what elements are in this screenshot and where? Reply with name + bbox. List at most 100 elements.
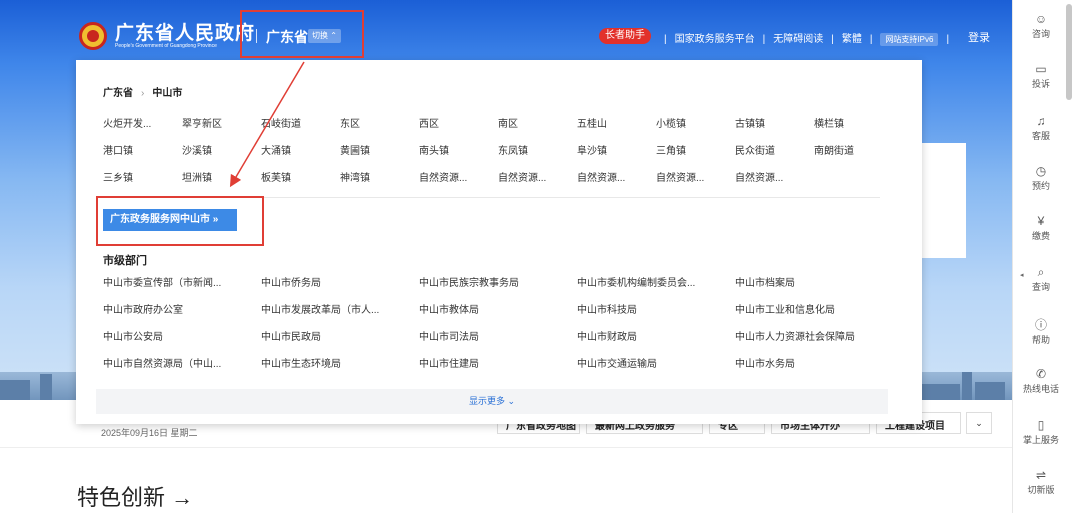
switch-region-button[interactable]: 切换 ⌃ bbox=[308, 29, 341, 43]
breadcrumb: 广东省 › 中山市 bbox=[103, 84, 182, 99]
sidebar-item-search[interactable]: ⌕ 查询 bbox=[1013, 265, 1069, 293]
town-link[interactable]: 自然资源... bbox=[498, 172, 577, 186]
town-link[interactable]: 小榄镇 bbox=[656, 118, 735, 132]
sidebar-item-label: 咨询 bbox=[1031, 29, 1050, 39]
town-link[interactable]: 阜沙镇 bbox=[577, 145, 656, 159]
payment-icon: ¥ bbox=[1037, 214, 1045, 228]
sidebar-item-label: 热线电话 bbox=[1022, 384, 1059, 394]
department-link[interactable]: 中山市科技局 bbox=[577, 304, 735, 318]
background-card bbox=[922, 143, 966, 258]
department-link[interactable]: 中山市发展改革局（市人... bbox=[261, 304, 419, 318]
site-logo-title[interactable]: 广东省人民政府 bbox=[115, 18, 255, 45]
mobile-icon: ▯ bbox=[1037, 418, 1045, 432]
town-link[interactable]: 横栏镇 bbox=[814, 118, 893, 132]
traditional-chinese-link[interactable]: 繁體 bbox=[842, 34, 862, 45]
town-link[interactable]: 自然资源... bbox=[419, 172, 498, 186]
town-link[interactable]: 大涌镇 bbox=[261, 145, 340, 159]
town-link[interactable]: 三乡镇 bbox=[103, 172, 182, 186]
sidebar-item-mobile[interactable]: ▯ 掌上服务 bbox=[1013, 418, 1069, 446]
department-link[interactable]: 中山市民政局 bbox=[261, 331, 419, 345]
sidebar-item-phone[interactable]: ✆ 热线电话 bbox=[1013, 367, 1069, 395]
town-list: 火炬开发... 翠亨新区 石岐街道 东区 西区 南区 五桂山 小榄镇 古镇镇 横栏镇 港口镇 沙溪镇大… bbox=[103, 118, 863, 186]
department-link[interactable]: 中山市交通运输局 bbox=[577, 358, 735, 372]
department-link[interactable]: 中山市人力资源社会保障局 bbox=[735, 331, 893, 345]
department-link[interactable]: 中山市自然资源局（中山... bbox=[103, 358, 261, 372]
sidebar-item-switch[interactable]: ⇌ 切新版 bbox=[1013, 468, 1069, 496]
town-link[interactable]: 东区 bbox=[340, 118, 419, 132]
sidebar-item-chat[interactable]: ☺ 咨询 bbox=[1013, 12, 1069, 40]
sidebar-item-label: 帮助 bbox=[1031, 335, 1050, 345]
town-link[interactable]: 五桂山 bbox=[577, 118, 656, 132]
town-link[interactable]: 沙溪镇 bbox=[182, 145, 261, 159]
page-background: 广东省人民政府 People's Government of Guangdong… bbox=[0, 0, 1012, 513]
divider bbox=[256, 29, 257, 43]
town-link[interactable]: 西区 bbox=[419, 118, 498, 132]
department-link[interactable]: 中山市教体局 bbox=[419, 304, 577, 318]
town-link[interactable]: 石岐街道 bbox=[261, 118, 340, 132]
sidebar-item-payment[interactable]: ¥ 缴费 bbox=[1013, 214, 1069, 242]
department-link[interactable]: 中山市住建局 bbox=[419, 358, 577, 372]
collapse-arrow-icon[interactable]: ◂ bbox=[1020, 271, 1024, 279]
breadcrumb-city: 中山市 bbox=[152, 88, 183, 99]
region-switch-panel: 广东省 › 中山市 火炬开发... 翠亨新区 石岐街道 东区 西区 南区 五桂山 小榄镇 古镇镇 横栏… bbox=[76, 60, 922, 424]
breadcrumb-province[interactable]: 广东省 bbox=[103, 88, 133, 99]
department-link[interactable]: 中山市公安局 bbox=[103, 331, 261, 345]
elder-assistant-button[interactable]: 长者助手 bbox=[599, 28, 651, 44]
town-link[interactable]: 自然资源... bbox=[577, 172, 656, 186]
current-date: 2025年09月16日 星期二 bbox=[101, 428, 198, 438]
department-link[interactable]: 中山市司法局 bbox=[419, 331, 577, 345]
switch-icon: ⇌ bbox=[1035, 468, 1047, 482]
town-link[interactable]: 坦洲镇 bbox=[182, 172, 261, 186]
town-link[interactable]: 东凤镇 bbox=[498, 145, 577, 159]
sidebar-item-info[interactable]: ⓘ 帮助 bbox=[1013, 318, 1069, 346]
divider bbox=[96, 197, 880, 198]
town-link[interactable]: 南区 bbox=[498, 118, 577, 132]
sidebar-item-label: 预约 bbox=[1031, 181, 1050, 191]
department-link[interactable]: 中山市档案局 bbox=[735, 277, 893, 291]
chevron-right-icon: › bbox=[141, 88, 145, 99]
department-link[interactable]: 中山市财政局 bbox=[577, 331, 735, 345]
top-links: | 国家政务服务平台 | 无障碍阅读 | 繁體 | 网站支持IPv6 | bbox=[664, 33, 950, 46]
department-link[interactable]: 中山市委宣传部（市新闻... bbox=[103, 277, 261, 291]
gov-service-platform-link[interactable]: 国家政务服务平台 bbox=[675, 34, 755, 45]
town-link[interactable]: 翠亨新区 bbox=[182, 118, 261, 132]
accessibility-link[interactable]: 无障碍阅读 bbox=[773, 34, 823, 45]
town-link[interactable]: 古镇镇 bbox=[735, 118, 814, 132]
sidebar-item-clock[interactable]: ◷ 预约 bbox=[1013, 164, 1069, 192]
town-link[interactable]: 板芙镇 bbox=[261, 172, 340, 186]
town-link[interactable]: 港口镇 bbox=[103, 145, 182, 159]
department-link[interactable]: 中山市工业和信息化局 bbox=[735, 304, 893, 318]
town-link[interactable]: 民众街道 bbox=[735, 145, 814, 159]
town-link[interactable]: 黄圃镇 bbox=[340, 145, 419, 159]
department-link[interactable]: 中山市侨务局 bbox=[261, 277, 419, 291]
department-link[interactable]: 中山市政府办公室 bbox=[103, 304, 261, 318]
town-link[interactable]: 南朗街道 bbox=[814, 145, 893, 159]
town-link[interactable]: 三角镇 bbox=[656, 145, 735, 159]
town-link[interactable]: 神湾镇 bbox=[340, 172, 419, 186]
zhongshan-service-portal-button[interactable]: 广东政务服务网中山市 » bbox=[103, 209, 237, 231]
national-emblem-icon bbox=[79, 22, 107, 50]
town-link[interactable]: 自然资源... bbox=[735, 172, 814, 186]
sidebar-item-headset[interactable]: ♫ 客服 bbox=[1013, 114, 1069, 142]
town-link[interactable]: 自然资源... bbox=[656, 172, 735, 186]
sidebar-item-label: 缴费 bbox=[1031, 231, 1050, 241]
scrollbar[interactable] bbox=[1066, 4, 1072, 100]
department-link[interactable]: 中山市民族宗教事务局 bbox=[419, 277, 577, 291]
chat-icon: ☺ bbox=[1034, 12, 1048, 26]
sidebar-item-label: 投诉 bbox=[1031, 79, 1050, 89]
site-logo-subtitle: People's Government of Guangdong Provinc… bbox=[115, 43, 217, 49]
info-icon: ⓘ bbox=[1034, 318, 1047, 332]
login-link[interactable]: 登录 bbox=[968, 29, 990, 45]
sidebar-item-complaint[interactable]: ▭ 投诉 bbox=[1013, 62, 1069, 90]
department-link[interactable]: 中山市生态环境局 bbox=[261, 358, 419, 372]
department-link[interactable]: 中山市水务局 bbox=[735, 358, 893, 372]
town-link[interactable]: 火炬开发... bbox=[103, 118, 182, 132]
ipv6-badge: 网站支持IPv6 bbox=[880, 33, 939, 46]
show-more-button[interactable]: 显示更多 ⌄ bbox=[96, 389, 888, 414]
sidebar-item-label: 掌上服务 bbox=[1022, 435, 1059, 445]
town-link[interactable]: 南头镇 bbox=[419, 145, 498, 159]
featured-section-title[interactable]: 特色创新 → bbox=[77, 480, 193, 512]
top-bar: 广东省人民政府 People's Government of Guangdong… bbox=[0, 0, 1012, 60]
department-link[interactable]: 中山市委机构编制委员会... bbox=[577, 277, 735, 291]
chevron-down-icon[interactable]: ⌄ bbox=[966, 412, 992, 434]
